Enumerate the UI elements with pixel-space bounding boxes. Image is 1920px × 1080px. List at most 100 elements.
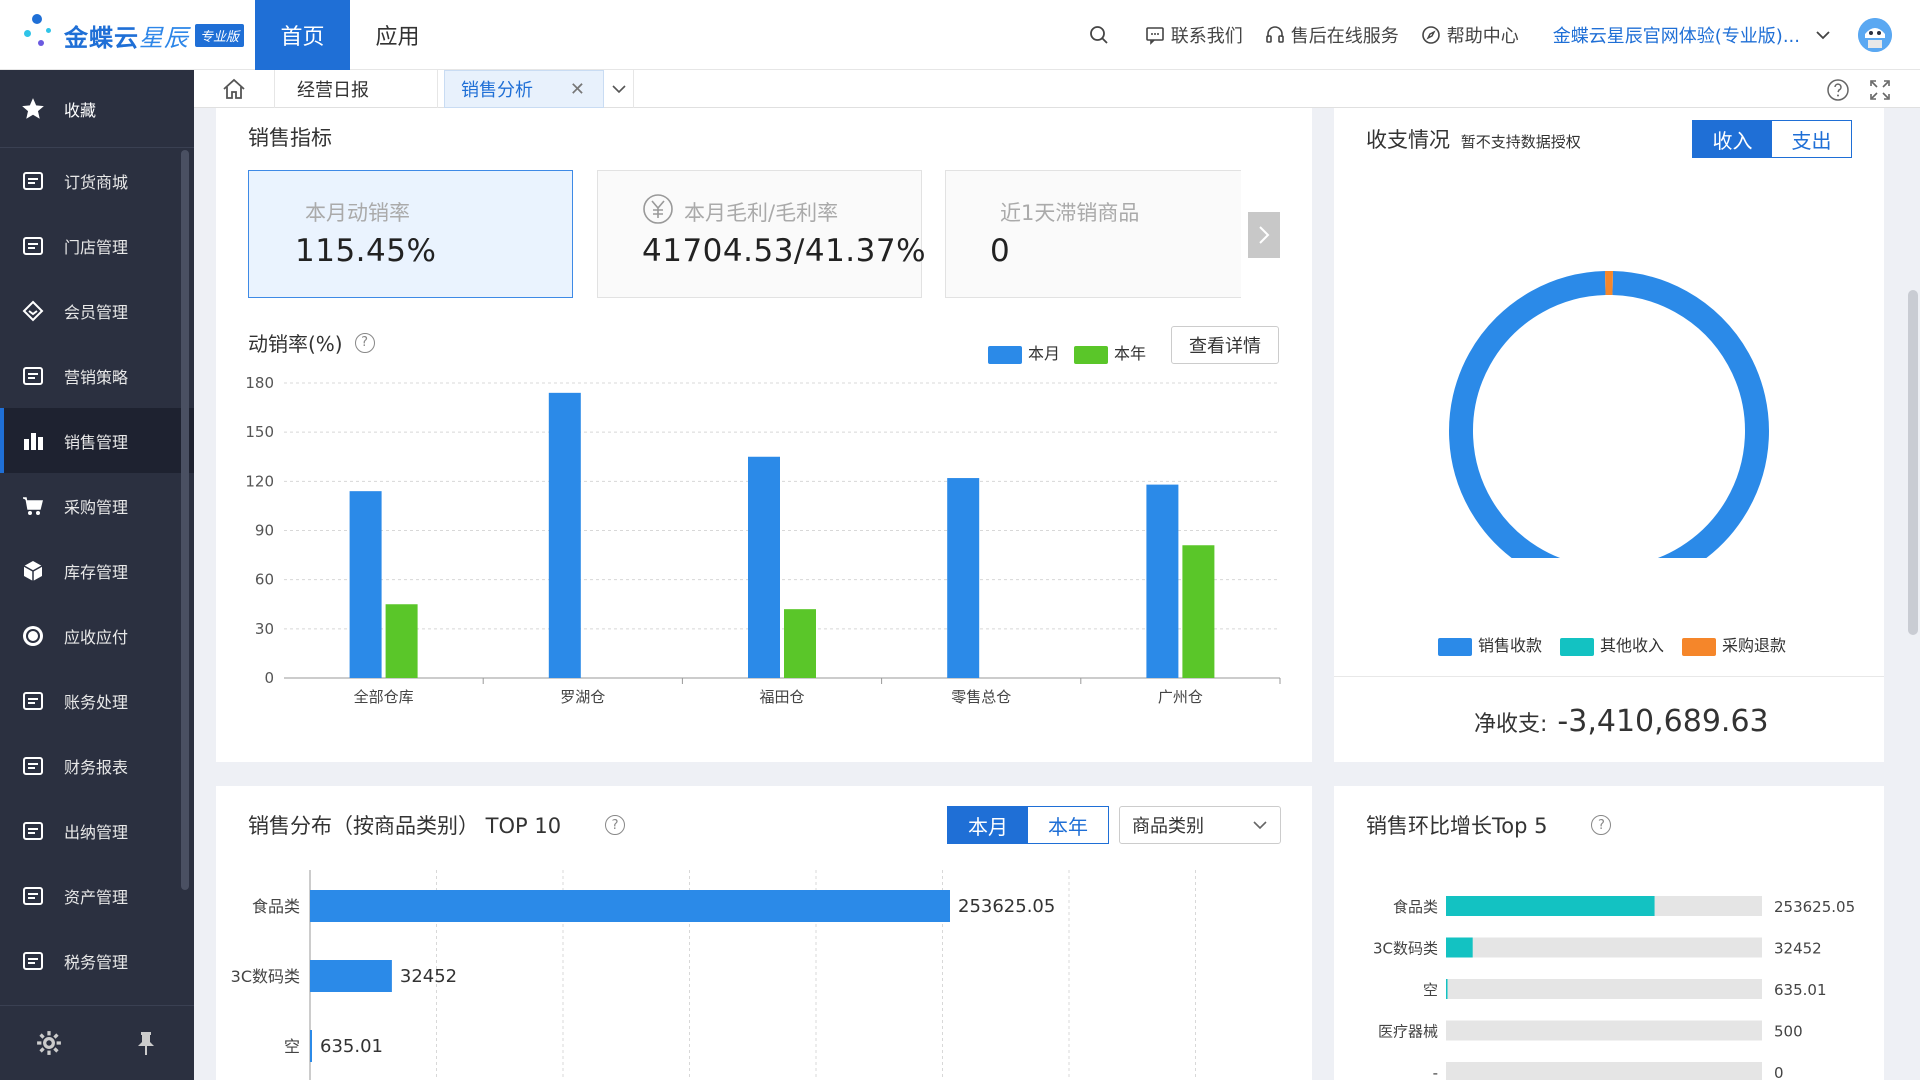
brand-logo[interactable]: 金蝶云星辰 专业版: [22, 12, 252, 58]
bar-this-month: [748, 456, 780, 678]
search-button[interactable]: [1089, 25, 1115, 45]
account-switcher[interactable]: 金蝶云星辰官网体验(专业版)...: [1553, 22, 1800, 48]
income-donut-chart: [1449, 271, 1769, 558]
bar-this-year: [385, 604, 418, 678]
help-circle-icon[interactable]: [1826, 78, 1850, 102]
search-icon: [1089, 26, 1108, 44]
this-month-toggle-button[interactable]: 本月: [948, 807, 1028, 843]
help-center-link[interactable]: 帮助中心: [1421, 22, 1519, 48]
sidebar-item-tag[interactable]: 营销策略: [0, 343, 194, 408]
home-icon[interactable]: [222, 78, 246, 100]
growth-track: [1446, 937, 1762, 958]
sidebar-item-store[interactable]: 门店管理: [0, 213, 194, 278]
logo-mark-icon: [22, 12, 58, 58]
fullscreen-icon[interactable]: [1868, 78, 1892, 102]
page-scrollbar[interactable]: [1908, 290, 1918, 635]
sidebar-item-shopping-cart[interactable]: 采购管理: [0, 473, 194, 538]
kpi-label: 近1天滞销商品: [1000, 201, 1140, 225]
y-tick-label: 0: [264, 669, 274, 687]
sales-distribution-panel: 销售分布（按商品类别） TOP 10 ? 本月 本年 商品类别 食品类 25362…: [216, 786, 1312, 1080]
growth-bar: [1446, 979, 1448, 999]
kpi-gross-profit-card[interactable]: 本月毛利/毛利率 41704.53/41.37%: [597, 170, 926, 298]
value-label: 253625.05: [958, 896, 1055, 917]
category-label: 空: [1423, 981, 1438, 999]
sidebar-item-favorites[interactable]: 收藏: [0, 70, 194, 148]
sidebar-item-coin[interactable]: 应收应付: [0, 603, 194, 668]
sidebar-item-label: 账务处理: [64, 692, 129, 712]
chevron-right-icon: [1259, 226, 1270, 244]
contact-us-link[interactable]: 联系我们: [1145, 22, 1243, 48]
distribution-bar: [310, 890, 950, 922]
sidebar-item-cart-bag[interactable]: 订货商城: [0, 148, 194, 213]
avatar[interactable]: [1858, 18, 1892, 52]
cart-bag-icon: [20, 168, 46, 194]
shopping-cart-icon: [20, 493, 46, 519]
expense-toggle-button[interactable]: 支出: [1772, 121, 1851, 157]
sidebar-item-ledger[interactable]: 账务处理: [0, 668, 194, 733]
bar-this-month: [349, 491, 382, 678]
chat-icon: [1145, 27, 1164, 45]
sidebar-item-label: 营销策略: [64, 367, 129, 387]
value-label: 32452: [1774, 940, 1822, 958]
sidebar-item-box[interactable]: 库存管理: [0, 538, 194, 603]
help-center-label: 帮助中心: [1446, 26, 1519, 47]
tab-daily-report[interactable]: 经营日报: [274, 70, 438, 108]
sidebar-item-cashier[interactable]: 出纳管理: [0, 798, 194, 863]
help-icon[interactable]: ?: [605, 815, 626, 835]
sidebar-item-label: 订货商城: [64, 172, 129, 192]
gear-icon[interactable]: [36, 1030, 62, 1056]
compass-icon: [1421, 26, 1440, 44]
net-income-value: -3,410,689.63: [1557, 704, 1769, 739]
legend-item-other-income[interactable]: 其他收入: [1560, 632, 1664, 656]
sidebar-item-diamond[interactable]: 会员管理: [0, 278, 194, 343]
this-year-toggle-button[interactable]: 本年: [1028, 807, 1108, 843]
top-bar: 金蝶云星辰 专业版 首页 应用 联系我们 售后在线服务 帮助中心 金蝶云星辰官网…: [0, 0, 1920, 70]
income-toggle-button[interactable]: 收入: [1693, 121, 1772, 157]
tabs-more-button[interactable]: [604, 70, 634, 108]
category-label: 食品类: [1393, 898, 1438, 916]
sidebar-item-asset[interactable]: 资产管理: [0, 863, 194, 928]
growth-track: [1446, 1062, 1762, 1080]
help-icon[interactable]: ?: [354, 332, 375, 353]
brand-name: 金蝶云星辰: [64, 23, 189, 52]
cashier-icon: [20, 818, 46, 844]
value-label: 253625.05: [1774, 898, 1855, 916]
legend-item-sales-receipt[interactable]: 销售收款: [1438, 632, 1542, 656]
close-icon[interactable]: ✕: [570, 79, 585, 100]
sidebar-item-tax[interactable]: 税务管理: [0, 928, 194, 993]
kpi-value: 0: [990, 233, 1011, 269]
help-icon[interactable]: ?: [1591, 815, 1612, 835]
growth-bar: [1446, 937, 1473, 958]
legend-item-purchase-refund[interactable]: 采购退款: [1682, 632, 1786, 656]
kpi-slow-moving-card[interactable]: 近1天滞销商品 0: [945, 170, 1241, 298]
distribution-bar: [310, 1030, 312, 1062]
kpi-turnover-rate-card[interactable]: 本月动销率 115.45%: [248, 170, 573, 298]
nav-home-tab[interactable]: 首页: [255, 0, 350, 70]
sales-growth-panel: 销售环比增长Top 5 ? 食品类 253625.05 3C数码类 32452 空 635…: [1334, 786, 1884, 1080]
tab-sales-analysis[interactable]: 销售分析 ✕: [444, 70, 604, 108]
pin-icon[interactable]: [134, 1030, 158, 1056]
sidebar-item-report[interactable]: 财务报表: [0, 733, 194, 798]
chevron-down-icon[interactable]: [1814, 26, 1832, 44]
nav-app-tab[interactable]: 应用: [350, 0, 445, 70]
after-sales-link[interactable]: 售后在线服务: [1265, 22, 1399, 48]
x-tick-label: 零售总仓: [951, 688, 1011, 706]
brand-badge: 专业版: [195, 23, 245, 47]
y-tick-label: 60: [255, 571, 274, 589]
sales-growth-chart: 食品类 253625.05 3C数码类 32452 空 635.01 医疗器械 500 - 0: [1373, 896, 1855, 1080]
kpi-next-button[interactable]: [1248, 212, 1280, 258]
tab-label: 销售分析: [461, 80, 533, 101]
sidebar-scrollbar[interactable]: [181, 150, 189, 890]
category-label: 3C数码类: [1373, 940, 1438, 958]
income-expense-toggle: 收入 支出: [1692, 120, 1852, 158]
sidebar-item-label: 应收应付: [64, 627, 129, 647]
tab-label: 经营日报: [297, 80, 369, 101]
turnover-bar-chart: 0 30 60 90 120 150 180 全部仓库 罗湖仓 福田仓 零售总仓 广州仓: [245, 374, 1281, 706]
contact-us-label: 联系我们: [1170, 26, 1243, 47]
sidebar-item-bar-chart[interactable]: 销售管理: [0, 408, 194, 473]
sidebar-menu: 订货商城门店管理 会员管理营销策略销售管理 采购管理 库存管理应收应付账务处理财务报表…: [0, 148, 194, 993]
chevron-down-icon: [1253, 821, 1267, 830]
category-label: -: [1433, 1064, 1438, 1080]
star-icon: [22, 97, 44, 119]
category-select[interactable]: 商品类别: [1119, 806, 1281, 844]
